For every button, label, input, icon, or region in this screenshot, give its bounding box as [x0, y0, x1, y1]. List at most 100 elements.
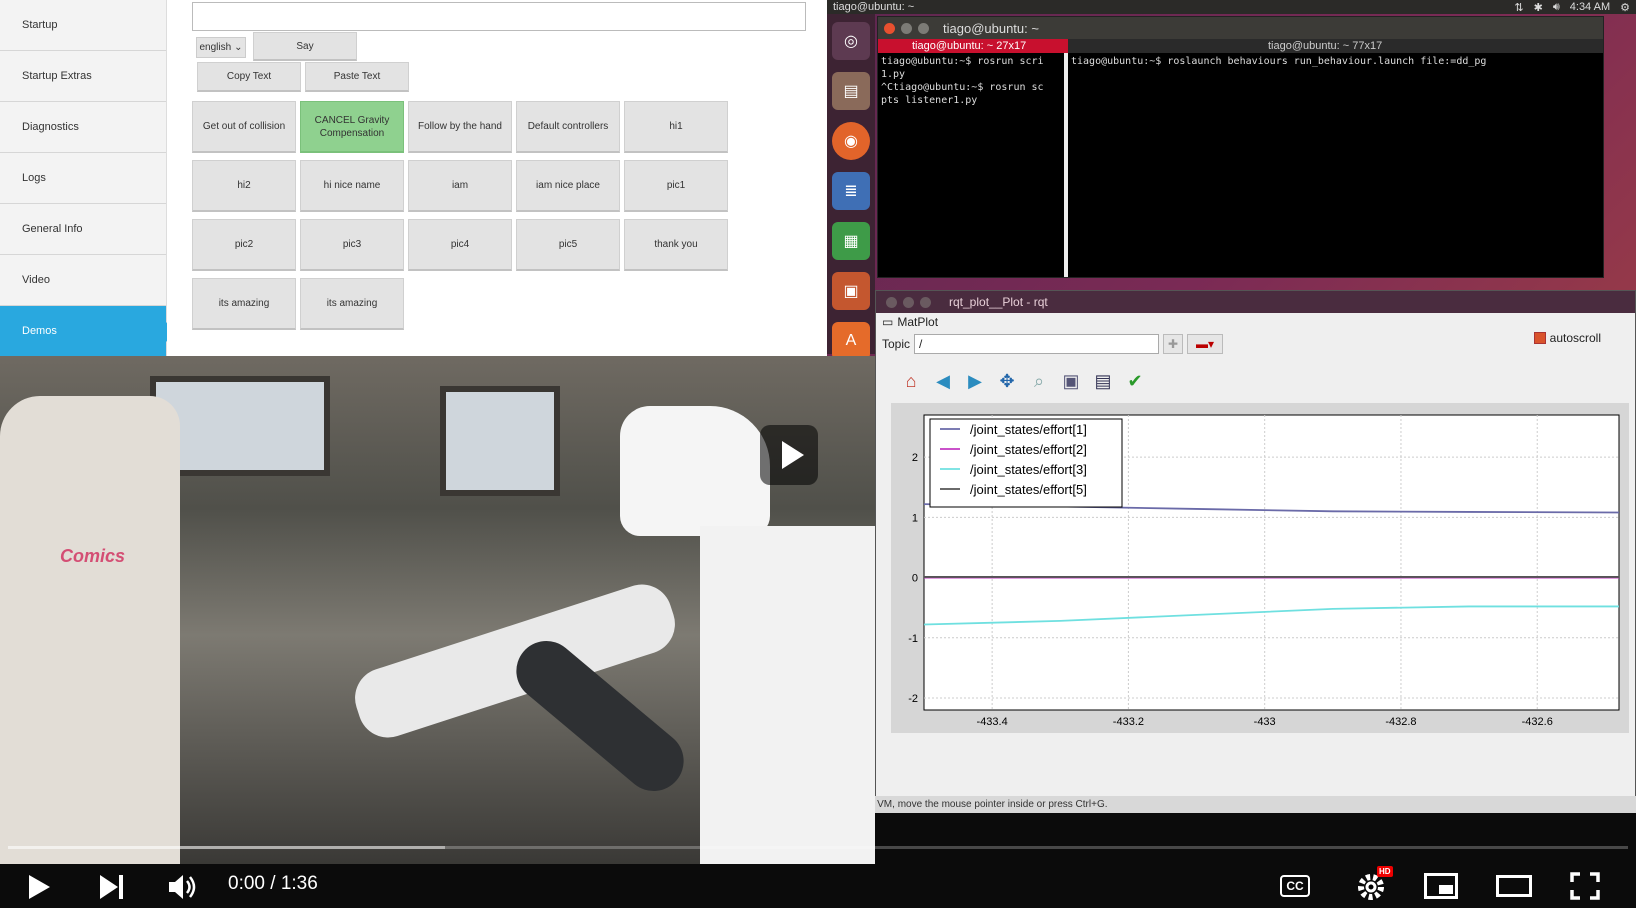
maximize-icon[interactable]	[920, 296, 931, 308]
minimize-icon[interactable]	[901, 22, 912, 34]
chevron-down-icon: ⌄	[234, 42, 243, 53]
say-button[interactable]: Say	[253, 32, 357, 61]
demo-button-hi2[interactable]: hi2	[192, 160, 296, 212]
remove-topic-button[interactable]: ▬▾	[1187, 334, 1224, 354]
x-tick-label: -433	[1254, 716, 1276, 728]
close-icon[interactable]	[886, 296, 897, 308]
terminal-tab-2[interactable]: tiago@ubuntu: ~ 77x17	[1068, 39, 1603, 53]
progress-bar[interactable]	[8, 846, 1628, 849]
terminal-line: pts listener1.py	[881, 95, 978, 106]
copy-text-button[interactable]: Copy Text	[197, 62, 301, 92]
captions-label: CC	[1280, 875, 1310, 897]
firefox-icon[interactable]: ◉	[832, 122, 870, 160]
terminal-pane-left[interactable]: tiago@ubuntu:~$ rosrun scri 1.py ^Ctiago@u…	[878, 53, 1068, 277]
home-icon[interactable]: ⌂	[900, 370, 922, 392]
y-tick-label: -2	[908, 693, 918, 705]
sidebar-item-diagnostics[interactable]: Diagnostics	[0, 102, 166, 153]
autoscroll-checkbox[interactable]	[1533, 332, 1546, 344]
terminal-window[interactable]: tiago@ubuntu: ~ tiago@ubuntu: ~ 27x17 ti…	[877, 16, 1604, 278]
captions-button[interactable]: CC	[1280, 875, 1310, 897]
demo-button-follow-by-the-hand[interactable]: Follow by the hand	[408, 101, 512, 153]
miniplayer-icon[interactable]	[1424, 873, 1458, 899]
fullscreen-icon[interactable]	[1570, 872, 1600, 900]
impress-icon[interactable]: ▣	[832, 272, 870, 310]
demo-button-its-amazing[interactable]: its amazing	[300, 278, 404, 330]
demo-button-iam[interactable]: iam	[408, 160, 512, 212]
x-tick-label: -433.2	[1113, 716, 1144, 728]
network-icon[interactable]: ⇅	[1514, 1, 1523, 14]
volume-icon[interactable]: 🔊︎	[1553, 1, 1560, 14]
pan-icon[interactable]: ✥	[996, 370, 1018, 392]
tts-text-input[interactable]	[192, 2, 806, 31]
ubuntu-dash-icon[interactable]: ◎	[832, 22, 870, 60]
language-select[interactable]: english ⌄	[196, 37, 246, 58]
video-frame[interactable]: Comics	[0, 356, 875, 864]
bluetooth-icon[interactable]: ✱	[1534, 1, 1543, 14]
demo-button-pic3[interactable]: pic3	[300, 219, 404, 271]
gear-icon[interactable]: ⚙	[1620, 1, 1630, 14]
demo-button-its-amazing[interactable]: its amazing	[192, 278, 296, 330]
terminal-line: 1.py	[881, 69, 906, 80]
demo-button-pic5[interactable]: pic5	[516, 219, 620, 271]
terminal-title: tiago@ubuntu: ~	[943, 20, 1039, 36]
demo-button-hi1[interactable]: hi1	[624, 101, 728, 153]
next-icon[interactable]	[98, 874, 126, 900]
theater-mode-icon[interactable]	[1496, 875, 1532, 897]
robot-head	[620, 406, 770, 536]
plot-area[interactable]: -433.4 -433.2 -433 -432.8 -432.6 -2 -1 0 1 2/join…	[891, 403, 1629, 733]
sidebar-item-logs[interactable]: Logs	[0, 153, 166, 204]
demo-button-pic4[interactable]: pic4	[408, 219, 512, 271]
sidebar-item-startup-extras[interactable]: Startup Extras	[0, 51, 166, 102]
back-icon[interactable]: ◀	[932, 370, 954, 392]
line-chart: -433.4 -433.2 -433 -432.8 -432.6 -2 -1 0 1 2/join…	[908, 414, 1620, 728]
background-window	[440, 386, 560, 496]
demo-button-default-controllers[interactable]: Default controllers	[516, 101, 620, 153]
close-icon[interactable]	[884, 22, 895, 34]
shirt-print: Comics	[60, 546, 126, 566]
time-display: 0:00 / 1:36	[228, 873, 318, 894]
sidebar: Startup Startup Extras Diagnostics Logs Gene…	[0, 0, 174, 357]
demo-button-grid: Get out of collision CANCEL Gravity Compe…	[192, 101, 728, 330]
configure-subplots-icon[interactable]: ▣	[1060, 370, 1082, 392]
files-icon[interactable]: ▤	[832, 72, 870, 110]
demo-button-get-out-of-collision[interactable]: Get out of collision	[192, 101, 296, 153]
minimize-icon[interactable]	[903, 296, 914, 308]
rqt-title: rqt_plot__Plot - rqt	[949, 295, 1048, 309]
writer-icon[interactable]: ≣	[832, 172, 870, 210]
calc-icon[interactable]: ▦	[832, 222, 870, 260]
demo-button-pic1[interactable]: pic1	[624, 160, 728, 212]
terminal-titlebar[interactable]: tiago@ubuntu: ~	[878, 17, 1603, 39]
sidebar-item-demos[interactable]: Demos	[0, 306, 174, 357]
clock[interactable]: 4:34 AM	[1570, 1, 1610, 13]
autoscroll-toggle[interactable]: autoscroll	[1533, 331, 1601, 345]
play-icon[interactable]	[26, 874, 52, 900]
volume-icon[interactable]	[168, 874, 198, 900]
add-topic-button[interactable]: ✚	[1163, 334, 1184, 354]
sidebar-item-general-info[interactable]: General Info	[0, 204, 166, 255]
terminal-tab-1[interactable]: tiago@ubuntu: ~ 27x17	[878, 39, 1068, 53]
paste-text-button[interactable]: Paste Text	[305, 62, 409, 92]
topic-input[interactable]: /	[914, 334, 1160, 354]
sidebar-item-startup[interactable]: Startup	[0, 0, 166, 51]
forward-icon[interactable]: ▶	[964, 370, 986, 392]
maximize-icon[interactable]	[918, 22, 929, 34]
language-select-value: english	[199, 42, 232, 53]
sidebar-item-video[interactable]: Video	[0, 255, 166, 306]
edit-check-icon[interactable]: ✔	[1124, 370, 1146, 392]
demo-button-hi-nice-name[interactable]: hi nice name	[300, 160, 404, 212]
rqt-titlebar[interactable]: rqt_plot__Plot - rqt	[876, 291, 1635, 313]
save-icon[interactable]: ▤	[1092, 370, 1114, 392]
topbar-title: tiago@ubuntu: ~	[833, 1, 915, 13]
zoom-icon[interactable]: ⌕	[1028, 370, 1050, 392]
topic-row: Topic / ✚ ▬▾	[876, 331, 1635, 357]
rqt-plot-window[interactable]: rqt_plot__Plot - rqt ▭ MatPlot Topic / ✚…	[875, 290, 1636, 800]
legend-entry: /joint_states/effort[5]	[970, 482, 1087, 497]
demo-button-cancel-gravity-compensation[interactable]: CANCEL Gravity Compensation	[300, 101, 404, 153]
play-overlay-icon[interactable]	[760, 425, 818, 485]
software-center-icon[interactable]: A	[832, 322, 870, 360]
demo-button-pic2[interactable]: pic2	[192, 219, 296, 271]
legend-entry: /joint_states/effort[3]	[970, 462, 1087, 477]
demo-button-iam-nice-place[interactable]: iam nice place	[516, 160, 620, 212]
terminal-pane-right[interactable]: tiago@ubuntu:~$ roslaunch behaviours run…	[1068, 53, 1603, 277]
demo-button-thank-you[interactable]: thank you	[624, 219, 728, 271]
